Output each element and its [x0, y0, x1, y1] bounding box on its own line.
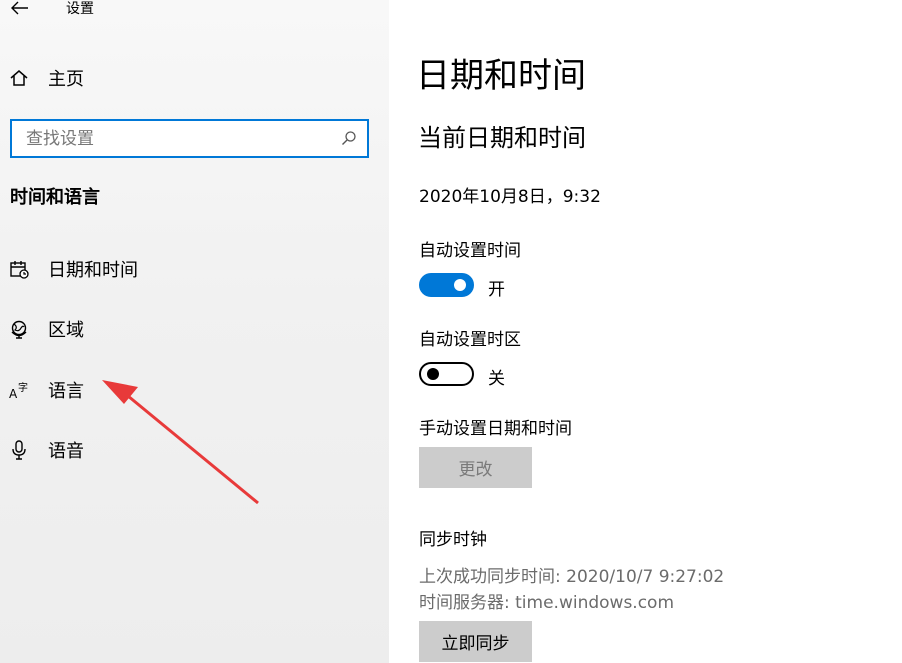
auto-time-label: 自动设置时间 [419, 241, 521, 261]
back-button[interactable] [8, 0, 32, 20]
search-box [10, 119, 369, 158]
search-icon[interactable] [341, 130, 357, 146]
current-date-time-value: 2020年10月8日，9:32 [419, 187, 601, 207]
main-pane: 日期和时间 当前日期和时间 2020年10月8日，9:32 自动设置时间 开 自… [389, 0, 902, 663]
svg-text:字: 字 [18, 381, 28, 394]
sidebar-item-language[interactable]: A 字 语言 [0, 370, 389, 410]
sidebar: 设置 主页 时间和语言 [0, 0, 389, 663]
sync-clock-title: 同步时钟 [419, 530, 487, 550]
time-server-text: 时间服务器: time.windows.com [419, 593, 675, 613]
search-input[interactable] [12, 121, 346, 156]
auto-timezone-toggle[interactable] [419, 362, 474, 386]
sidebar-item-label: 日期和时间 [48, 260, 138, 281]
sidebar-item-region[interactable]: 区域 [0, 309, 389, 349]
sidebar-item-label: 区域 [48, 320, 84, 341]
page-title: 日期和时间 [416, 56, 586, 96]
globe-region-icon [8, 318, 30, 340]
auto-time-toggle[interactable] [419, 273, 474, 297]
change-button[interactable]: 更改 [419, 447, 532, 488]
auto-timezone-label: 自动设置时区 [419, 330, 521, 350]
sidebar-item-date-time[interactable]: 日期和时间 [0, 249, 389, 289]
back-arrow-icon [11, 1, 28, 15]
microphone-icon [8, 439, 30, 461]
window-title: 设置 [66, 1, 94, 17]
sidebar-item-home[interactable]: 主页 [0, 58, 389, 98]
sidebar-item-label: 主页 [48, 69, 84, 90]
auto-time-state: 开 [488, 280, 505, 300]
calendar-clock-icon [8, 258, 30, 280]
toggle-knob [427, 368, 439, 380]
last-sync-text: 上次成功同步时间: 2020/10/7 9:27:02 [419, 567, 725, 587]
sidebar-item-label: 语音 [48, 441, 84, 462]
current-date-time-heading: 当前日期和时间 [418, 124, 586, 152]
auto-timezone-state: 关 [488, 369, 505, 389]
sync-now-button[interactable]: 立即同步 [419, 621, 532, 662]
manual-set-label: 手动设置日期和时间 [419, 419, 572, 439]
sidebar-item-speech[interactable]: 语音 [0, 430, 389, 470]
sidebar-item-label: 语言 [48, 381, 84, 402]
settings-window: 设置 主页 时间和语言 [0, 0, 902, 663]
home-icon [8, 67, 30, 89]
sidebar-section-title: 时间和语言 [10, 187, 100, 208]
svg-text:A: A [9, 387, 18, 400]
toggle-knob [454, 279, 466, 291]
language-icon: A 字 [8, 379, 30, 401]
